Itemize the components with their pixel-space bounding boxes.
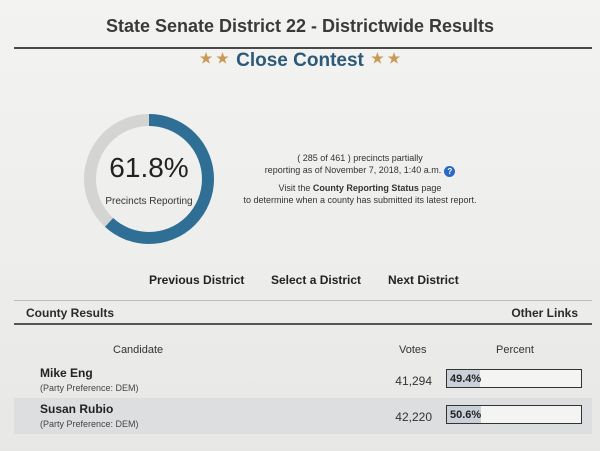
- section-header: County Results Other Links: [14, 300, 592, 325]
- star-icon: ★: [199, 50, 213, 66]
- party-preference: (Party Preference: DEM): [40, 419, 139, 429]
- next-district-link[interactable]: Next District: [388, 273, 459, 287]
- party-preference: (Party Preference: DEM): [40, 383, 139, 393]
- vote-count: 42,220: [395, 410, 432, 424]
- percent-bar: 50.6%: [446, 405, 582, 424]
- previous-district-link[interactable]: Previous District: [149, 273, 244, 287]
- star-icon: ★: [387, 50, 401, 66]
- table-row: Susan Rubio (Party Preference: DEM) 42,2…: [14, 398, 592, 434]
- visit-explanation-text: to determine when a county has submitted…: [243, 195, 477, 205]
- vote-count: 41,294: [395, 374, 432, 388]
- votes-column-header: Votes: [399, 344, 427, 356]
- candidate-name: Mike Eng: [40, 366, 93, 380]
- table-row: Mike Eng (Party Preference: DEM) 41,294 …: [14, 362, 592, 398]
- candidate-column-header: Candidate: [113, 344, 164, 356]
- close-contest-banner: ★ ★ Close Contest ★ ★: [0, 50, 600, 72]
- help-icon[interactable]: ?: [444, 166, 456, 177]
- report-time-text: reporting as of November 7, 2018, 1:40 a…: [264, 165, 442, 175]
- report-time-line: reporting as of November 7, 2018, 1:40 a…: [228, 164, 492, 177]
- candidate-name: Susan Rubio: [40, 402, 114, 416]
- percent-column-header: Percent: [496, 344, 534, 356]
- precincts-reporting-label: Precincts Reporting: [105, 196, 193, 207]
- select-district-link[interactable]: Select a District: [271, 273, 361, 287]
- precinct-count-text: ( 285 of 461 ) precincts partially: [297, 153, 423, 163]
- star-icon: ★: [216, 50, 229, 66]
- county-reporting-status-link[interactable]: County Reporting Status: [313, 183, 419, 193]
- other-links-tab[interactable]: Other Links: [511, 306, 578, 320]
- title-divider: [14, 47, 592, 49]
- percent-value: 49.4%: [450, 373, 482, 385]
- close-contest-label: Close Contest: [236, 50, 364, 71]
- precincts-percent: 61.8%: [109, 152, 189, 183]
- star-icon: ★: [371, 50, 384, 66]
- county-results-tab[interactable]: County Results: [26, 306, 114, 320]
- visit-prefix: Visit the: [278, 183, 313, 193]
- percent-value: 50.6%: [450, 409, 482, 421]
- visit-suffix: page: [418, 183, 442, 193]
- page-title: State Senate District 22 - Districtwide …: [105, 16, 495, 36]
- visit-status-line: Visit the County Reporting Status page: [228, 182, 492, 194]
- percent-bar: 49.4%: [446, 369, 582, 388]
